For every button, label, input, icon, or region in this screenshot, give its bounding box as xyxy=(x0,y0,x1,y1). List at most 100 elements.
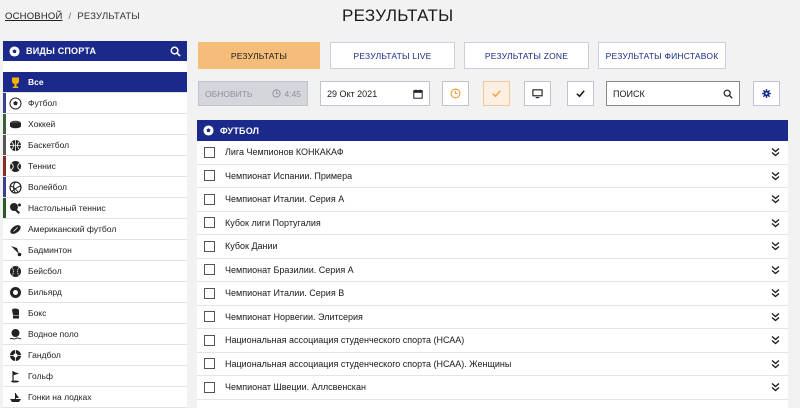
sidebar-title: ВИДЫ СПОРТА xyxy=(26,46,97,56)
league-checkbox[interactable] xyxy=(204,146,215,158)
league-checkbox[interactable] xyxy=(204,170,215,182)
league-checkbox[interactable] xyxy=(204,381,215,393)
sports-sidebar: ВИДЫ СПОРТА Все Футбол Хоккей Баскетбол Тенн… xyxy=(3,41,187,408)
league-row[interactable]: Чемпионат Норвегии. Элитсерия xyxy=(197,306,788,329)
soccer-ball-icon xyxy=(9,97,22,109)
league-row[interactable]: Национальная ассоциация студенческого сп… xyxy=(197,353,788,376)
double-chevron-down-icon[interactable] xyxy=(771,288,780,298)
league-row[interactable]: Чемпионат Бразилии. Серия A xyxy=(197,259,788,282)
league-list: Лига Чемпионов КОНКАКАФ Чемпионат Испании… xyxy=(197,141,788,400)
double-chevron-down-icon[interactable] xyxy=(771,312,780,322)
sidebar-sport-item[interactable]: Баскетбол xyxy=(3,135,187,156)
search-input[interactable] xyxy=(613,88,713,99)
sidebar-sport-item[interactable]: Теннис xyxy=(3,156,187,177)
league-row[interactable]: Национальная ассоциация студенческого сп… xyxy=(197,329,788,353)
sidebar-sport-label: Гандбол xyxy=(28,350,61,360)
refresh-button[interactable]: ОБНОВИТЬ 4:45 xyxy=(198,81,308,106)
double-chevron-down-icon[interactable] xyxy=(771,265,780,275)
tab-results[interactable]: РЕЗУЛЬТАТЫ xyxy=(198,42,320,69)
league-checkbox[interactable] xyxy=(204,358,215,370)
sidebar-sport-label: Футбол xyxy=(28,98,57,108)
league-name: Лига Чемпионов КОНКАКАФ xyxy=(225,147,344,158)
double-chevron-down-icon[interactable] xyxy=(771,218,780,228)
sidebar-sport-item[interactable]: Водное поло xyxy=(3,324,187,345)
sidebar-sport-item[interactable]: Бадминтон xyxy=(3,240,187,261)
basketball-icon xyxy=(10,139,21,151)
double-chevron-down-icon[interactable] xyxy=(771,241,780,251)
settings-button[interactable] xyxy=(753,81,780,106)
search-field xyxy=(606,81,740,106)
sidebar-sport-item[interactable]: Бейсбол xyxy=(3,261,187,282)
double-chevron-down-icon[interactable] xyxy=(771,147,780,157)
league-name: Чемпионат Италии. Серия B xyxy=(225,288,345,299)
clock-filter-button[interactable] xyxy=(442,81,469,106)
refresh-countdown: 4:45 xyxy=(284,88,301,99)
tab-results-finstavok[interactable]: РЕЗУЛЬТАТЫ ФИНСТАВОК xyxy=(598,42,726,69)
league-row[interactable]: Кубок лиги Португалия xyxy=(197,212,788,235)
league-checkbox[interactable] xyxy=(204,334,215,346)
league-name: Чемпионат Норвегии. Элитсерия xyxy=(225,311,363,322)
sidebar-sport-item[interactable]: Настольный теннис xyxy=(3,198,187,219)
sidebar-sport-label: Хоккей xyxy=(28,119,56,129)
sidebar-sport-item[interactable]: Гольф xyxy=(3,366,187,387)
sidebar-sport-label: Гольф xyxy=(28,371,53,381)
sidebar-header: ВИДЫ СПОРТА xyxy=(3,41,187,61)
league-name: Кубок Дании xyxy=(225,241,278,252)
soccer-ball-icon xyxy=(9,45,20,57)
double-chevron-down-icon[interactable] xyxy=(771,359,780,369)
league-row[interactable]: Кубок Дании xyxy=(197,235,788,259)
league-name: Чемпионат Испании. Примера xyxy=(225,170,353,181)
sidebar-sport-item[interactable]: Гонки на лодках xyxy=(3,387,187,408)
double-chevron-down-icon[interactable] xyxy=(771,194,780,204)
double-chevron-down-icon[interactable] xyxy=(771,171,780,181)
league-name: Чемпионат Швеции. Аллсвенскан xyxy=(225,382,366,393)
results-section-title: ФУТБОЛ xyxy=(220,125,260,136)
breadcrumb-home-link[interactable]: ОСНОВНОЙ xyxy=(5,11,63,22)
sidebar-sport-label: Водное поло xyxy=(28,329,79,339)
sidebar-sport-label: Гонки на лодках xyxy=(28,392,92,402)
sidebar-sport-item[interactable]: Волейбол xyxy=(3,177,187,198)
league-row[interactable]: Чемпионат Италии. Серия A xyxy=(197,188,788,212)
results-section-header[interactable]: ФУТБОЛ xyxy=(197,120,788,141)
sidebar-sport-label: Бадминтон xyxy=(28,245,72,255)
sidebar-sport-item[interactable]: Все xyxy=(3,72,187,93)
league-checkbox[interactable] xyxy=(204,311,215,323)
date-picker[interactable]: 29 Окт 2021 xyxy=(320,81,430,106)
select-all-button[interactable] xyxy=(567,81,594,106)
sidebar-sport-item[interactable]: Футбол xyxy=(3,93,187,114)
sidebar-sport-label: Волейбол xyxy=(28,182,68,192)
double-chevron-down-icon[interactable] xyxy=(771,335,780,345)
sport-color-stripe xyxy=(3,156,6,176)
league-row[interactable]: Чемпионат Швеции. Аллсвенскан xyxy=(197,376,788,400)
league-row[interactable]: Лига Чемпионов КОНКАКАФ xyxy=(197,141,788,165)
league-checkbox[interactable] xyxy=(204,287,215,299)
hockey-puck-icon xyxy=(10,120,21,128)
tab-results-live[interactable]: РЕЗУЛЬТАТЫ LIVE xyxy=(330,42,455,69)
display-mode-button[interactable] xyxy=(524,81,551,106)
calendar-icon xyxy=(413,89,423,99)
sidebar-sport-item[interactable]: Бокс xyxy=(3,303,187,324)
sidebar-sport-label: Бокс xyxy=(28,308,47,318)
league-checkbox[interactable] xyxy=(204,240,215,252)
search-icon[interactable] xyxy=(723,89,733,99)
league-row[interactable]: Чемпионат Испании. Примера xyxy=(197,165,788,188)
league-name: Чемпионат Бразилии. Серия A xyxy=(225,264,354,275)
page-title: РЕЗУЛЬТАТЫ xyxy=(342,6,454,25)
league-checkbox[interactable] xyxy=(204,264,215,276)
results-panel: ФУТБОЛ Лига Чемпионов КОНКАКАФ Чемпионат … xyxy=(197,120,788,408)
sidebar-sport-item[interactable]: Американский футбол xyxy=(3,219,187,240)
double-chevron-down-icon[interactable] xyxy=(771,382,780,392)
american-football-icon xyxy=(10,224,21,234)
league-name: Чемпионат Италии. Серия A xyxy=(225,194,345,205)
finished-filter-button[interactable] xyxy=(483,81,510,106)
sidebar-sport-item[interactable]: Бильярд xyxy=(3,282,187,303)
volleyball-icon xyxy=(9,180,22,194)
league-checkbox[interactable] xyxy=(204,217,215,229)
boat-icon xyxy=(10,392,21,402)
search-icon[interactable] xyxy=(170,46,181,57)
sidebar-sport-item[interactable]: Хоккей xyxy=(3,114,187,135)
league-checkbox[interactable] xyxy=(204,193,215,205)
sidebar-sport-item[interactable]: Гандбол xyxy=(3,345,187,366)
league-row[interactable]: Чемпионат Италии. Серия B xyxy=(197,282,788,306)
tab-results-zone[interactable]: РЕЗУЛЬТАТЫ ZONE xyxy=(464,42,589,69)
